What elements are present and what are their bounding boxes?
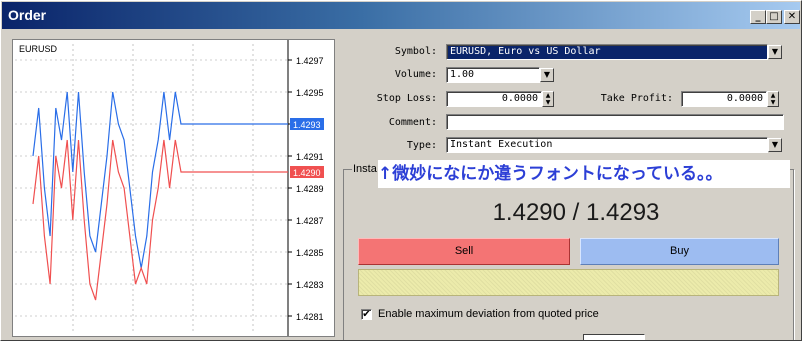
tick-chart: 1.4297 1.4295 1.4293 1.4291 1.4289 1.4287 1.42…	[12, 39, 335, 337]
buy-button[interactable]: Buy	[580, 238, 779, 265]
y-tick-label: 1.4295	[296, 88, 324, 98]
type-select[interactable]: Instant Execution	[446, 137, 768, 153]
minimize-button[interactable]: _	[750, 10, 766, 24]
symbol-dropdown-arrow-icon[interactable]: ▼	[768, 45, 782, 59]
order-window: Order _ □ ✕ 1.42971.42951.42931.42911.42…	[0, 0, 802, 341]
title-bar: Order _ □ ✕	[2, 2, 800, 29]
y-tick-label: 1.4289	[296, 184, 324, 194]
stop-loss-input[interactable]: 0.0000	[446, 91, 542, 107]
take-profit-input[interactable]: 0.0000	[681, 91, 767, 107]
sell-button[interactable]: Sell	[358, 238, 570, 265]
y-tick-label: 1.4287	[296, 216, 324, 226]
ask-line	[32, 91, 288, 269]
symbol-label: Symbol:	[394, 46, 437, 57]
comment-input[interactable]	[446, 114, 784, 130]
ask-price-tag: 1.4293	[293, 120, 321, 130]
execution-group-title: Insta	[352, 163, 378, 175]
volume-input[interactable]: 1.00	[446, 67, 540, 83]
type-dropdown-arrow-icon[interactable]: ▼	[768, 138, 782, 152]
deviation-input[interactable]	[583, 334, 645, 340]
window-title: Order	[8, 7, 47, 23]
deviation-label: Enable maximum deviation from quoted pri…	[378, 308, 599, 320]
stop-loss-label: Stop Loss:	[376, 93, 437, 104]
type-label: Type:	[406, 140, 437, 151]
deviation-checkbox[interactable]: ✔	[361, 309, 372, 320]
close-order-button[interactable]	[358, 269, 779, 296]
chart-symbol-label: EURUSD	[19, 44, 58, 54]
take-profit-label: Take Profit:	[600, 93, 673, 104]
symbol-select[interactable]: EURUSD, Euro vs US Dollar	[446, 44, 768, 60]
volume-label: Volume:	[394, 69, 437, 80]
y-tick-label: 1.4297	[296, 56, 324, 66]
bid-ask-price: 1.4290 / 1.4293	[492, 199, 660, 226]
tick-chart-svg: 1.4297 1.4295 1.4293 1.4291 1.4289 1.4287 1.42…	[15, 40, 324, 336]
maximize-button[interactable]: □	[766, 10, 782, 24]
close-button[interactable]: ✕	[784, 10, 800, 24]
bid-price-tag: 1.4290	[293, 168, 321, 178]
stop-loss-spinner[interactable]: ▲ ▼	[542, 91, 554, 107]
y-tick-label: 1.4285	[296, 248, 324, 258]
take-profit-spinner[interactable]: ▲ ▼	[767, 91, 779, 107]
comment-label: Comment:	[388, 117, 437, 128]
font-annotation: ↑微妙になにか違うフォントになっている。。	[378, 160, 790, 188]
volume-dropdown-arrow-icon[interactable]: ▼	[540, 68, 554, 82]
y-tick-label: 1.4281	[296, 312, 324, 322]
y-tick-label: 1.4283	[296, 280, 324, 290]
y-tick-label: 1.4291	[296, 152, 324, 162]
